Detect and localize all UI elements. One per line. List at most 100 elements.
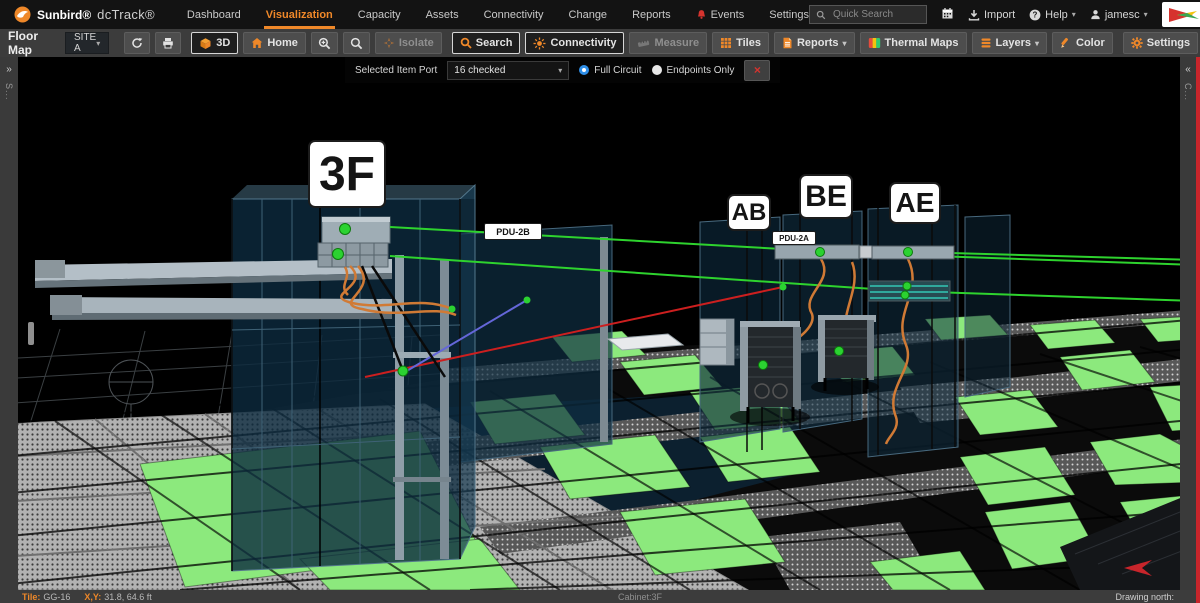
xy-value: 31.8, 64.6 ft [104,592,152,602]
nav-item-capacity[interactable]: Capacity [358,0,401,29]
layers-button[interactable]: Layers ▾ [972,32,1048,54]
print-icon [162,37,174,49]
quick-search-input[interactable] [831,8,915,21]
zoom-in-icon [318,37,331,50]
cabinet-label-3f[interactable]: 3F [308,140,386,208]
panel-drag-handle[interactable] [28,322,34,345]
xy-label: X,Y: [84,592,101,602]
refresh-icon [131,37,143,49]
import-icon [968,9,980,21]
pdu-label-2b[interactable]: PDU-2B [484,223,542,240]
app-logo [1162,2,1200,27]
nav-item-assets[interactable]: Assets [426,0,459,29]
radio-unselected-icon [652,65,662,75]
floor-map-toolbar: Floor Map SITE A ▾ 3D Home [0,29,1200,57]
quick-search[interactable] [809,5,927,24]
3d-toggle-button[interactable]: 3D [191,32,238,54]
expand-right-panel-icon[interactable]: « [1185,65,1191,75]
right-collapsed-panel: « C... [1180,57,1196,590]
left-collapsed-panel: » S... [0,57,18,590]
nav-item-visualization[interactable]: Visualization [266,0,333,29]
cabinet-row-walls[interactable] [460,205,1010,462]
thermal-icon [868,37,881,49]
floor-map-canvas[interactable]: Selected Item Port 16 checked ▾ Full Cir… [0,57,1200,590]
right-panel-title: C... [1183,83,1193,101]
cabinet-label-ae[interactable]: AE [889,182,941,224]
chevron-down-icon: ▾ [96,39,100,48]
radio-endpoints-only[interactable]: Endpoints Only [652,65,735,76]
cabinet-label-be[interactable]: BE [799,174,853,219]
nav-items: Dashboard Visualization Capacity Assets … [187,0,809,29]
close-icon: × [754,63,761,77]
chevron-down-icon: ▾ [843,39,847,48]
nav-item-events[interactable]: Events [696,0,745,29]
zoom-out-button[interactable] [343,32,370,54]
help-menu[interactable]: ? Help ▾ [1029,9,1076,21]
small-cabinet[interactable] [700,319,734,365]
layers-icon [980,37,992,49]
home-icon [251,37,263,49]
zoom-in-button[interactable] [311,32,338,54]
reports-button[interactable]: Reports ▾ [774,32,855,54]
nav-item-connectivity[interactable]: Connectivity [484,0,544,29]
close-panel-button[interactable]: × [744,60,770,81]
search-icon [816,10,826,20]
chevron-down-icon: ▾ [1072,10,1076,19]
chevron-down-icon: ▾ [558,66,562,75]
chevron-down-icon: ▾ [1144,10,1148,19]
pdu-label-2a[interactable]: PDU-2A [772,231,816,245]
print-button[interactable] [155,32,181,54]
drawing-north-label: Drawing north: [1115,592,1174,602]
user-menu[interactable]: jamesc ▾ [1090,9,1148,21]
floor-rack-ae[interactable] [811,315,879,395]
top-nav: Sunbird® dcTrack® Dashboard Visualizatio… [0,0,1200,29]
connectivity-options-panel: Selected Item Port 16 checked ▾ Full Cir… [345,57,780,83]
brand-sunbird: Sunbird® [37,8,91,22]
measure-icon [637,38,650,49]
connectivity-button[interactable]: Connectivity [525,32,624,54]
status-bar: Tile: GG-16 X,Y: 31.8, 64.6 ft Cabinet:3… [0,590,1200,603]
home-button[interactable]: Home [243,32,306,54]
svg-text:?: ? [1033,10,1038,19]
cabinet-status: Cabinet:3F [618,592,662,602]
refresh-button[interactable] [124,32,150,54]
color-button[interactable]: Color [1052,32,1113,54]
left-panel-title: S... [4,83,14,101]
sunbird-logo-icon [14,6,31,23]
isolate-button[interactable]: Isolate [375,32,442,54]
cable-endpoint [449,306,456,313]
search-button[interactable]: Search [452,32,521,54]
nav-item-reports[interactable]: Reports [632,0,671,29]
calendar-icon[interactable] [941,7,954,23]
tiles-button[interactable]: Tiles [712,32,769,54]
site-selector[interactable]: SITE A ▾ [65,32,109,54]
port-selection-dropdown[interactable]: 16 checked ▾ [447,61,569,80]
cabinet-label-ab[interactable]: AB [727,194,771,231]
measure-button[interactable]: Measure [629,32,707,54]
import-button[interactable]: Import [968,9,1015,21]
isolate-icon [383,37,395,49]
settings-button[interactable]: Settings [1123,32,1198,54]
chevron-down-icon: ▾ [1035,39,1039,48]
report-file-icon [782,37,793,49]
radio-selected-icon [579,65,589,75]
thermal-maps-button[interactable]: Thermal Maps [860,32,967,54]
3d-cube-icon [199,37,212,50]
tile-value: GG-16 [43,592,70,602]
nav-item-settings[interactable]: Settings [769,0,809,29]
help-icon: ? [1029,9,1041,21]
alert-bell-icon [696,9,707,20]
nav-item-change[interactable]: Change [569,0,608,29]
right-accent-bar [1196,57,1200,603]
radio-full-circuit[interactable]: Full Circuit [579,65,641,76]
toolbar-title: Floor Map [8,29,38,57]
connectivity-sun-icon [533,37,546,50]
floor-map-3d-scene[interactable] [0,57,1200,590]
gear-icon [1131,37,1143,49]
top-nav-right: Import ? Help ▾ jamesc ▾ [809,2,1200,27]
expand-left-panel-icon[interactable]: » [6,65,12,75]
user-icon [1090,9,1101,20]
nav-item-dashboard[interactable]: Dashboard [187,0,241,29]
tile-label: Tile: [22,592,40,602]
cabinet-3f-devices[interactable] [318,217,390,267]
